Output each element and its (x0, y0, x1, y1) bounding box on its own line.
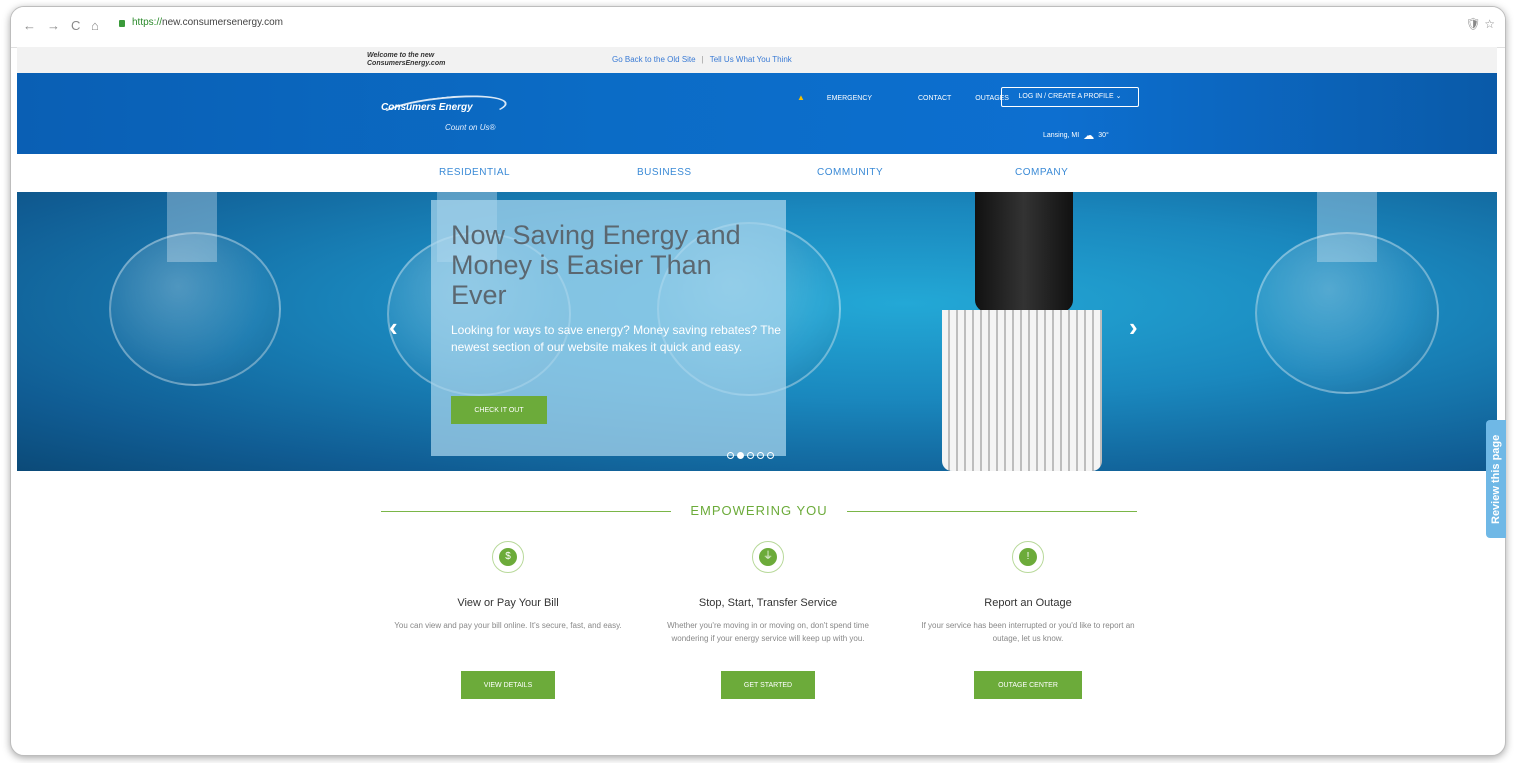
bulb-right-image (1255, 232, 1439, 394)
card-title: View or Pay Your Bill (457, 597, 559, 609)
carousel-next-arrow-icon[interactable]: › (1129, 312, 1138, 343)
util-emergency-label: EMERGENCY (826, 95, 873, 102)
carousel-dot[interactable] (727, 452, 734, 459)
nav-business[interactable]: BUSINESS (637, 167, 692, 178)
consumers-energy-logo[interactable]: Consumers Energy Count on Us® (377, 90, 519, 141)
plug-icon: ⏚ (752, 541, 784, 573)
bill-icon: $ (492, 541, 524, 573)
reload-icon[interactable]: C (71, 18, 80, 33)
topbar-separator: | (701, 55, 704, 64)
nav-residential[interactable]: RESIDENTIAL (439, 167, 510, 178)
welcome-text: Welcome to the new ConsumersEnergy.com (367, 52, 446, 67)
card-transfer-service: ⏚ Stop, Start, Transfer Service Whether … (643, 541, 893, 699)
card-title: Stop, Start, Transfer Service (698, 597, 838, 609)
card-pay-bill: $ View or Pay Your Bill You can view and… (383, 541, 633, 699)
old-site-link[interactable]: Go Back to the Old Site (612, 55, 696, 64)
check-it-out-button[interactable]: CHECK IT OUT (451, 396, 547, 424)
empowering-heading: EMPOWERING YOU (381, 501, 1137, 521)
view-details-button[interactable]: VIEW DETAILS (461, 671, 555, 699)
carousel-dot-active[interactable] (737, 452, 744, 459)
address-bar[interactable]: https://new.consumersenergy.com (132, 17, 283, 28)
util-emergency-link[interactable]: ▲ EMERGENCY (797, 93, 894, 102)
carousel-dots (727, 446, 777, 464)
empowering-title: EMPOWERING YOU (690, 503, 828, 518)
carousel-dot[interactable] (757, 452, 764, 459)
led-bulb-fins-image (942, 310, 1102, 471)
weather-temperature: 30° (1098, 132, 1109, 139)
weather-location: Lansing, MI (1043, 132, 1080, 139)
warning-triangle-icon: ! (1012, 541, 1044, 573)
cloud-icon: ☁ (1083, 130, 1095, 142)
bill-icon-glyph: $ (499, 548, 517, 566)
carousel-dot[interactable] (747, 452, 754, 459)
login-button[interactable]: LOG IN / CREATE A PROFILE ⌄ (1001, 87, 1139, 107)
topbar-links: Go Back to the Old Site | Tell Us What You… (612, 55, 792, 64)
card-title: Report an Outage (984, 597, 1072, 609)
card-report-outage: ! Report an Outage If your service has b… (903, 541, 1153, 699)
back-arrow-icon[interactable]: ← (23, 18, 36, 33)
carousel-prev-arrow-icon[interactable]: ‹ (389, 312, 398, 343)
util-contact-link[interactable]: CONTACT (918, 95, 951, 102)
hero-subtitle: Looking for ways to save energy? Money s… (451, 323, 781, 354)
bulb-left-image (109, 232, 281, 386)
site-header: Consumers Energy Count on Us® ▲ EMERGENCY… (17, 73, 1497, 154)
get-started-button[interactable]: GET STARTED (721, 671, 815, 699)
outage-center-button[interactable]: OUTAGE CENTER (974, 671, 1082, 699)
lock-icon (119, 20, 125, 27)
card-description: Whether you're moving in or moving on, d… (667, 621, 869, 643)
hero-title: Now Saving Energy and Money is Easier Th… (451, 220, 741, 310)
nav-community[interactable]: COMMUNITY (817, 167, 883, 178)
welcome-bar: Welcome to the new ConsumersEnergy.com G… (17, 47, 1497, 74)
main-nav: RESIDENTIAL BUSINESS COMMUNITY COMPANY (17, 154, 1497, 192)
warning-icon-glyph: ! (1019, 548, 1037, 566)
review-this-page-tab[interactable]: Review this page (1486, 420, 1506, 538)
card-description: You can view and pay your bill online. I… (394, 621, 622, 630)
browser-window: ← → C ⌂ https://new.consumersenergy.com … (10, 6, 1506, 756)
nav-company[interactable]: COMPANY (1015, 167, 1068, 178)
forward-arrow-icon[interactable]: → (47, 18, 60, 33)
carousel-dot[interactable] (767, 452, 774, 459)
url-scheme: https:// (132, 17, 163, 28)
hero-carousel: ‹ › Now Saving Energy and Money is Easie… (17, 192, 1497, 471)
hero-text-panel: Now Saving Energy and Money is Easier Th… (431, 200, 786, 456)
warning-icon: ▲ (797, 93, 805, 102)
home-icon[interactable]: ⌂ (91, 18, 99, 33)
browser-toolbar: ← → C ⌂ https://new.consumersenergy.com … (11, 7, 1505, 48)
utility-nav: ▲ EMERGENCY CONTACT OUTAGES (797, 93, 1031, 102)
url-host: new.consumersenergy.com (162, 17, 283, 28)
logo-tagline: Count on Us® (445, 123, 496, 132)
card-description: If your service has been interrupted or … (921, 621, 1135, 643)
plug-icon-glyph: ⏚ (759, 548, 777, 566)
feedback-link[interactable]: Tell Us What You Think (710, 55, 792, 64)
logo-title: Consumers Energy (381, 102, 473, 113)
led-bulb-base-image (975, 192, 1073, 312)
weather-widget: Lansing, MI ☁ 30° (1043, 129, 1109, 142)
extension-bookmark-icons[interactable]: 🛡 ☆ (1466, 17, 1495, 31)
